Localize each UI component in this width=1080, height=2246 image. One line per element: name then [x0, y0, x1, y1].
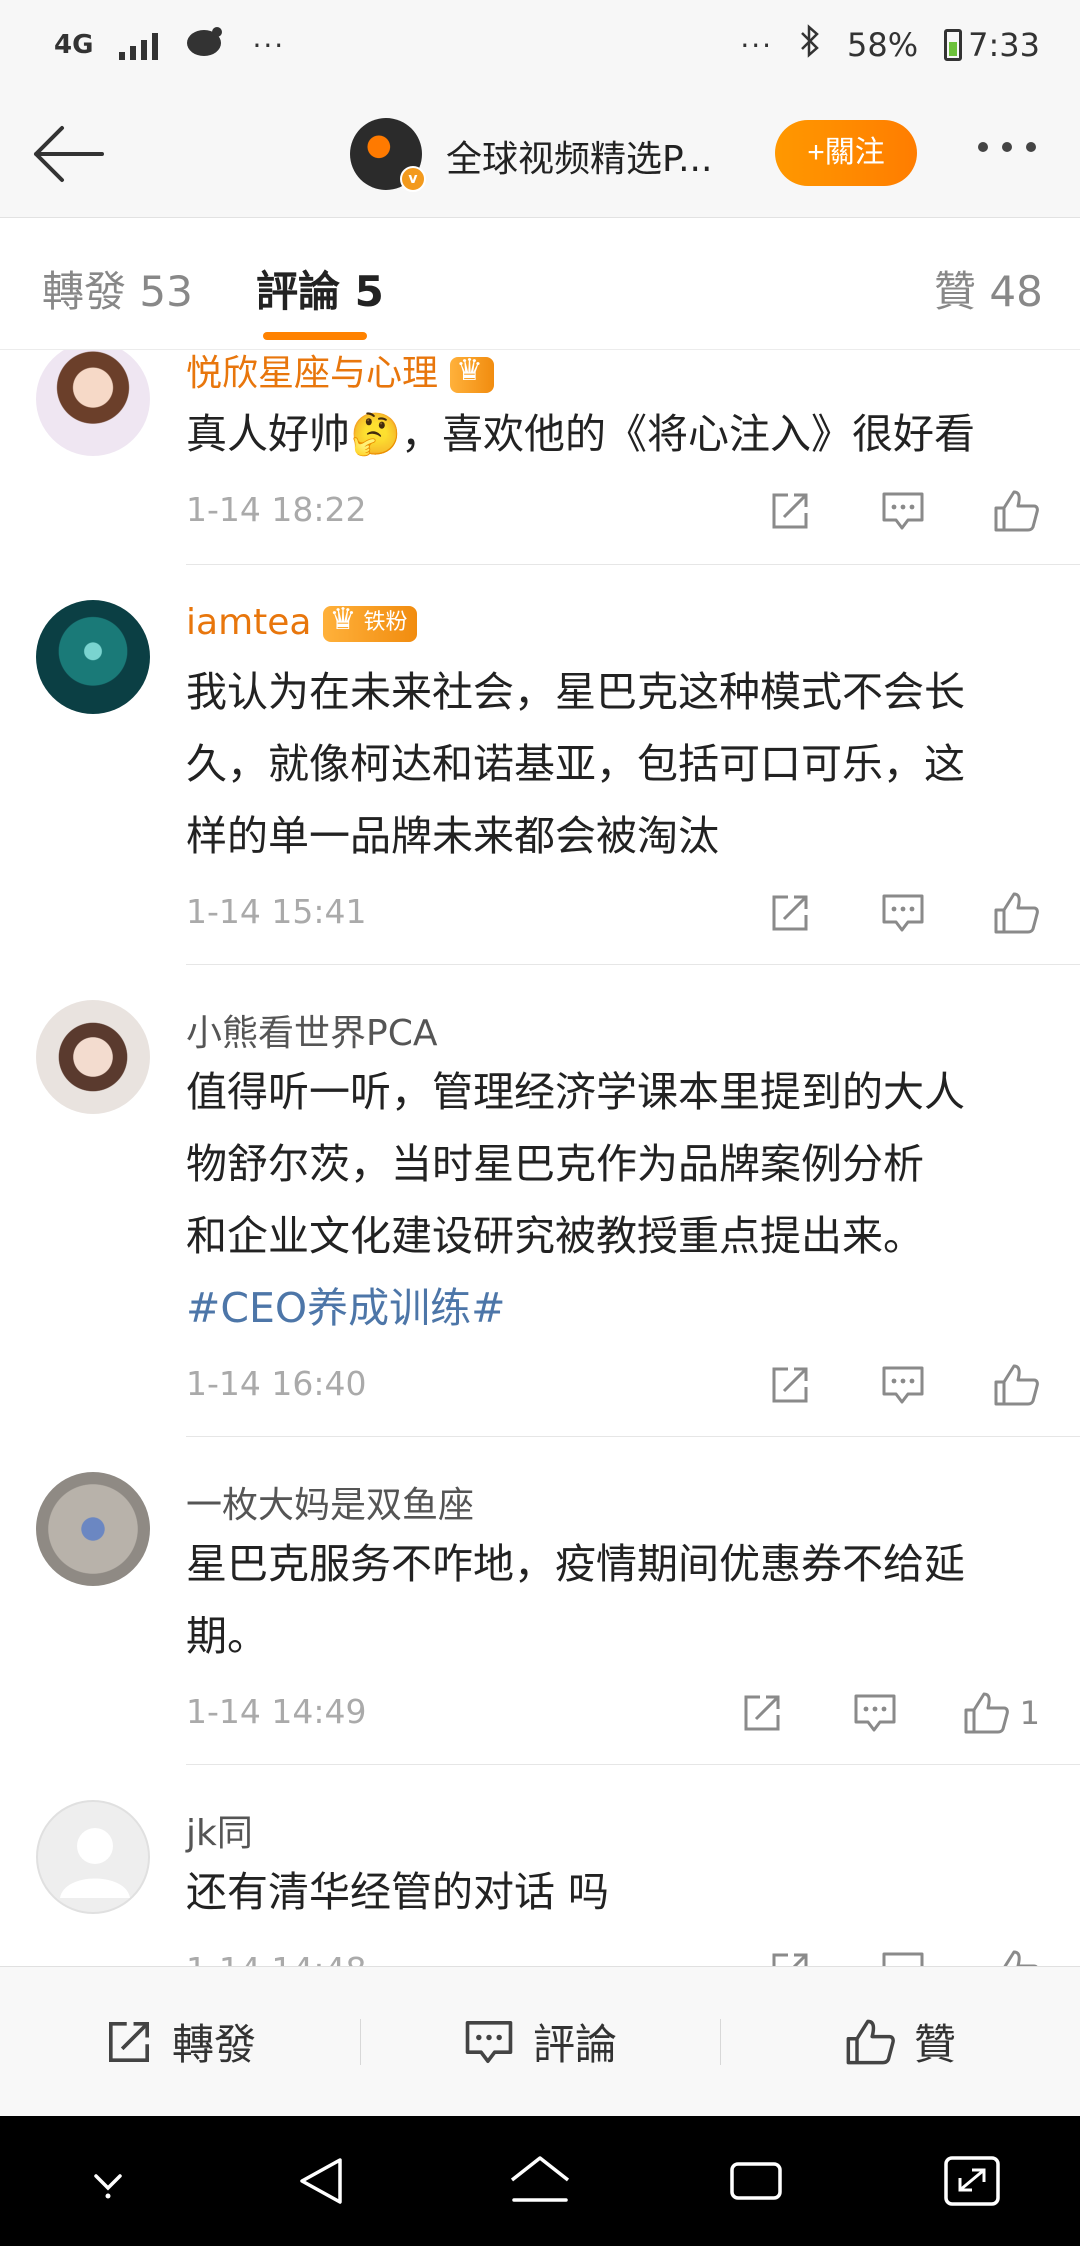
signal-icon [119, 30, 159, 60]
repost-icon [108, 2021, 149, 2062]
comment-text: 真人好帅🤔，喜欢他的《将心注入》很好看 [186, 410, 976, 458]
commenter-avatar[interactable] [36, 350, 150, 456]
back-triangle-icon[interactable] [284, 2146, 364, 2216]
like-icon[interactable] [926, 1360, 1040, 1410]
bluetooth-icon [799, 24, 821, 66]
recents-icon[interactable] [716, 2146, 796, 2216]
arrow-left-icon[interactable] [30, 122, 106, 186]
like-icon [964, 1692, 1009, 1734]
commenter-name[interactable]: 悦欣星座与心理 [186, 350, 495, 396]
network-type: 4G [54, 30, 94, 60]
repost-icon[interactable] [698, 486, 812, 536]
follow-button[interactable]: +關注 [775, 120, 917, 186]
comment-icon[interactable] [812, 1946, 926, 1966]
tab-reposts[interactable]: 轉發 53 [42, 258, 193, 319]
top-nav-bar: v 全球视频精选P... +關注 [0, 90, 1080, 218]
commenter-avatar[interactable] [36, 600, 150, 714]
comment-list[interactable]: 悦欣星座与心理 真人好帅🤔，喜欢他的《将心注入》很好看 1-14 18:22 i… [0, 350, 1080, 1966]
status-more: ··· [252, 28, 286, 62]
comment-time: 1-14 14:48 [186, 1950, 367, 1966]
comment-time: 1-14 18:22 [186, 490, 367, 529]
bottom-action-bar: 轉發 評論 贊 [0, 1966, 1080, 2116]
status-right-more: ··· [740, 28, 774, 62]
comment-text: 值得听一听，管理经济学课本里提到的大人 物舒尔茨，当时星巴克作为品牌案例分析 和… [186, 1056, 1048, 1344]
comment-actions [698, 1360, 1040, 1410]
hashtag-link[interactable]: #CEO养成训练# [186, 1272, 1048, 1344]
comment-actions: 1 [670, 1688, 1040, 1738]
comment-icon[interactable] [784, 1688, 898, 1738]
commenter-name[interactable]: 一枚大妈是双鱼座 [186, 1476, 474, 1528]
like-button[interactable]: 贊 [720, 1967, 1080, 2117]
comment-time: 1-14 14:49 [186, 1692, 367, 1731]
comment-actions [698, 888, 1040, 938]
like-icon[interactable] [926, 486, 1040, 536]
comment-item: 小熊看世界PCA 值得听一听，管理经济学课本里提到的大人 物舒尔茨，当时星巴克作… [0, 964, 1080, 1437]
comment-icon [465, 2020, 513, 2063]
repost-icon[interactable] [670, 1688, 784, 1738]
tab-comments[interactable]: 評論 5 [256, 258, 384, 319]
commenter-name[interactable]: jk同 [186, 1804, 253, 1856]
vip-crown-icon [450, 354, 495, 393]
repost-icon[interactable] [698, 1360, 812, 1410]
default-avatar-icon[interactable] [36, 1800, 150, 1914]
account-avatar[interactable]: v [350, 118, 426, 192]
battery-percent: 58% [847, 26, 919, 64]
weibo-notify-icon [184, 24, 226, 66]
commenter-avatar[interactable] [36, 1472, 150, 1586]
comment-label: 評論 [532, 2020, 617, 2069]
comment-time: 1-14 15:41 [186, 892, 367, 931]
commenter-name[interactable]: 小熊看世界PCA [186, 1004, 437, 1056]
comment-item: 悦欣星座与心理 真人好帅🤔，喜欢他的《将心注入》很好看 1-14 18:22 [0, 350, 1080, 586]
comment-button[interactable]: 評論 [360, 1967, 720, 2117]
comment-text: 还有清华经管的对话 吗 [186, 1868, 610, 1916]
system-nav-bar [0, 2116, 1080, 2246]
like-icon[interactable] [926, 1946, 1040, 1966]
like-icon [846, 2019, 895, 2064]
like-icon[interactable] [926, 888, 1040, 938]
repost-button[interactable]: 轉發 [0, 1967, 360, 2117]
repost-icon[interactable] [698, 888, 812, 938]
clock: 7:33 [968, 26, 1040, 64]
commenter-name[interactable]: iamtea铁粉 [186, 602, 418, 643]
comment-actions [698, 1946, 1040, 1966]
expand-icon[interactable] [932, 2146, 1012, 2216]
account-name[interactable]: 全球视频精选P... [446, 130, 712, 182]
battery-icon [944, 29, 963, 61]
status-bar: 4G ··· ··· 58% 7:33 [0, 0, 1080, 90]
verified-badge-icon: v [400, 166, 426, 192]
comment-item: iamtea铁粉 我认为在未来社会，星巴克这种模式不会长 久，就像柯达和诺基亚，… [0, 564, 1080, 965]
comment-item: 一枚大妈是双鱼座 星巴克服务不咋地，疫情期间优惠券不给延 期。 1-14 14:… [0, 1436, 1080, 1765]
comment-text: 我认为在未来社会，星巴克这种模式不会长 久，就像柯达和诺基亚，包括可口可乐，这 … [186, 668, 965, 860]
comment-icon[interactable] [812, 1360, 926, 1410]
comment-time: 1-14 16:40 [186, 1364, 367, 1403]
comment-actions [698, 486, 1040, 536]
repost-label: 轉發 [171, 2020, 256, 2069]
comment-icon[interactable] [812, 888, 926, 938]
comment-item: jk同 还有清华经管的对话 吗 1-14 14:48 [0, 1764, 1080, 1966]
hide-keyboard-icon[interactable] [68, 2146, 148, 2216]
home-icon[interactable] [500, 2146, 580, 2216]
fan-badge: 铁粉 [323, 603, 418, 642]
comment-text: 星巴克服务不咋地，疫情期间优惠券不给延 期。 [186, 1540, 965, 1660]
like-count: 1 [1019, 1694, 1040, 1732]
tab-bar: 轉發 53 評論 5 贊 48 [0, 218, 1080, 350]
like-button[interactable]: 1 [898, 1688, 1040, 1738]
tab-likes[interactable]: 贊 48 [934, 258, 1043, 319]
like-label: 贊 [913, 2020, 956, 2069]
active-tab-indicator [263, 332, 367, 340]
more-dots-icon[interactable] [978, 142, 1036, 152]
commenter-avatar[interactable] [36, 1000, 150, 1114]
comment-icon[interactable] [812, 486, 926, 536]
repost-icon[interactable] [698, 1946, 812, 1966]
